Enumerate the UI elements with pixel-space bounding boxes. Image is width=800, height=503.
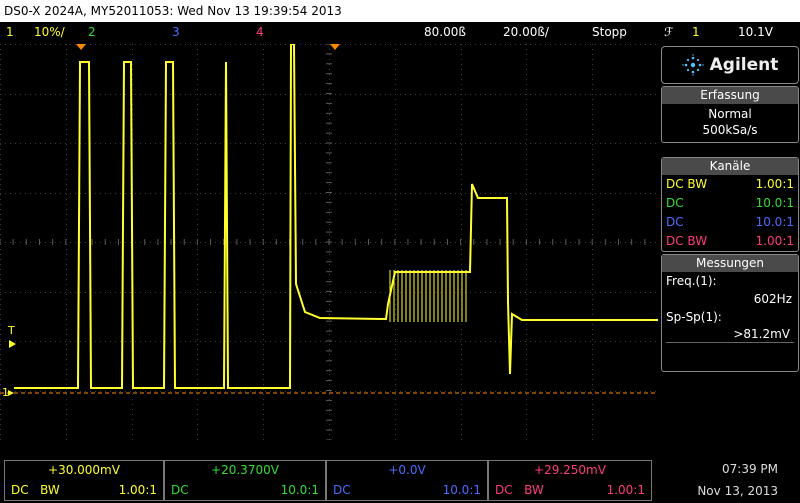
channel-row[interactable]: DC 10.0:1 <box>662 194 798 213</box>
channel-coupling: DC BW <box>666 234 708 248</box>
ch1-scale[interactable]: 10%/ <box>34 25 65 39</box>
ch1-offset: +30.000mV <box>48 463 120 477</box>
channel-probe: 10.0:1 <box>755 196 794 210</box>
ch3-number[interactable]: 3 <box>172 25 180 39</box>
ch4-coupling: DC BW <box>495 483 544 497</box>
ch1-info-box[interactable]: +30.000mV DC BW 1.00:1 <box>4 460 164 501</box>
ch2-number[interactable]: 2 <box>88 25 96 39</box>
ch4-number[interactable]: 4 <box>256 25 264 39</box>
channel-row[interactable]: DC BW 1.00:1 <box>662 232 798 251</box>
freq-value: 602Hz <box>753 292 792 306</box>
channel-probe: 1.00:1 <box>755 234 794 248</box>
ch3-offset: +0.0V <box>388 463 426 477</box>
channel-info-bar: +30.000mV DC BW 1.00:1 +20.3700V DC 10.0… <box>0 440 800 503</box>
clock-date: Nov 13, 2013 <box>697 484 778 498</box>
channel-row[interactable]: DC 10.0:1 <box>662 213 798 232</box>
side-panel: Agilent Erfassung Normal 500kSa/s Kanäle… <box>660 44 800 440</box>
acquisition-mode: Normal <box>708 107 752 121</box>
ch1-probe: 1.00:1 <box>118 483 157 497</box>
trigger-channel[interactable]: 1 <box>692 25 700 39</box>
window-title: DS0-X 2024A, MY52011053: Wed Nov 13 19:3… <box>0 0 800 22</box>
freq-label: Freq.(1): <box>666 274 717 288</box>
ch3-info-box[interactable]: +0.0V DC 10.0:1 <box>326 460 488 501</box>
ch2-offset: +20.3700V <box>211 463 279 477</box>
channel-coupling: DC <box>666 215 684 229</box>
ch4-probe: 1.00:1 <box>606 483 645 497</box>
brand-logo: Agilent <box>661 46 799 84</box>
spark-icon <box>681 54 704 76</box>
status-bar: 1 10%/ 2 3 4 80.00ß 20.00ß/ Stopp ℱ 1 10… <box>0 22 800 44</box>
time-scale[interactable]: 20.00ß/ <box>503 25 549 39</box>
sample-rate: 500kSa/s <box>702 123 758 137</box>
acquisition-section: Erfassung Normal 500kSa/s <box>661 86 799 143</box>
ch3-probe: 10.0:1 <box>442 483 481 497</box>
ch2-info-box[interactable]: +20.3700V DC 10.0:1 <box>164 460 326 501</box>
channel-coupling: DC BW <box>666 177 708 191</box>
channel-probe: 1.00:1 <box>755 177 794 191</box>
clock: 07:39 PM Nov 13, 2013 <box>697 458 778 502</box>
channel-probe: 10.0:1 <box>755 215 794 229</box>
waveform-display[interactable]: T 1 <box>0 44 658 440</box>
ch1-number[interactable]: 1 <box>6 25 14 39</box>
channel-coupling: DC <box>666 196 684 210</box>
brand-name: Agilent <box>709 55 779 75</box>
spsp-value: >81.2mV <box>666 326 794 343</box>
spsp-label: Sp-Sp(1): <box>666 310 722 324</box>
ch2-probe: 10.0:1 <box>280 483 319 497</box>
channels-section: Kanäle DC BW 1.00:1 DC 10.0:1 DC 10.0:1 … <box>661 157 799 252</box>
acquisition-header[interactable]: Erfassung <box>662 87 798 104</box>
ch1-coupling: DC BW <box>11 483 60 497</box>
channels-header[interactable]: Kanäle <box>662 158 798 175</box>
trigger-level-label: T <box>7 324 15 337</box>
clock-time: 07:39 PM <box>722 462 778 476</box>
graticule: T 1 <box>0 44 658 440</box>
trigger-icon: ℱ <box>664 25 674 39</box>
run-state[interactable]: Stopp <box>592 25 627 39</box>
channel-row[interactable]: DC BW 1.00:1 <box>662 175 798 194</box>
ch4-offset: +29.250mV <box>534 463 606 477</box>
trigger-level[interactable]: 10.1V <box>738 25 773 39</box>
ch4-info-box[interactable]: +29.250mV DC BW 1.00:1 <box>488 460 652 501</box>
ch2-coupling: DC <box>171 483 189 497</box>
measurements-section: Messungen Freq.(1): 602Hz Sp-Sp(1): >81.… <box>661 254 799 372</box>
ch3-coupling: DC <box>333 483 351 497</box>
time-reference[interactable]: 80.00ß <box>424 25 466 39</box>
measurements-header[interactable]: Messungen <box>662 255 798 272</box>
ch1-ground-label: 1 <box>2 386 9 399</box>
